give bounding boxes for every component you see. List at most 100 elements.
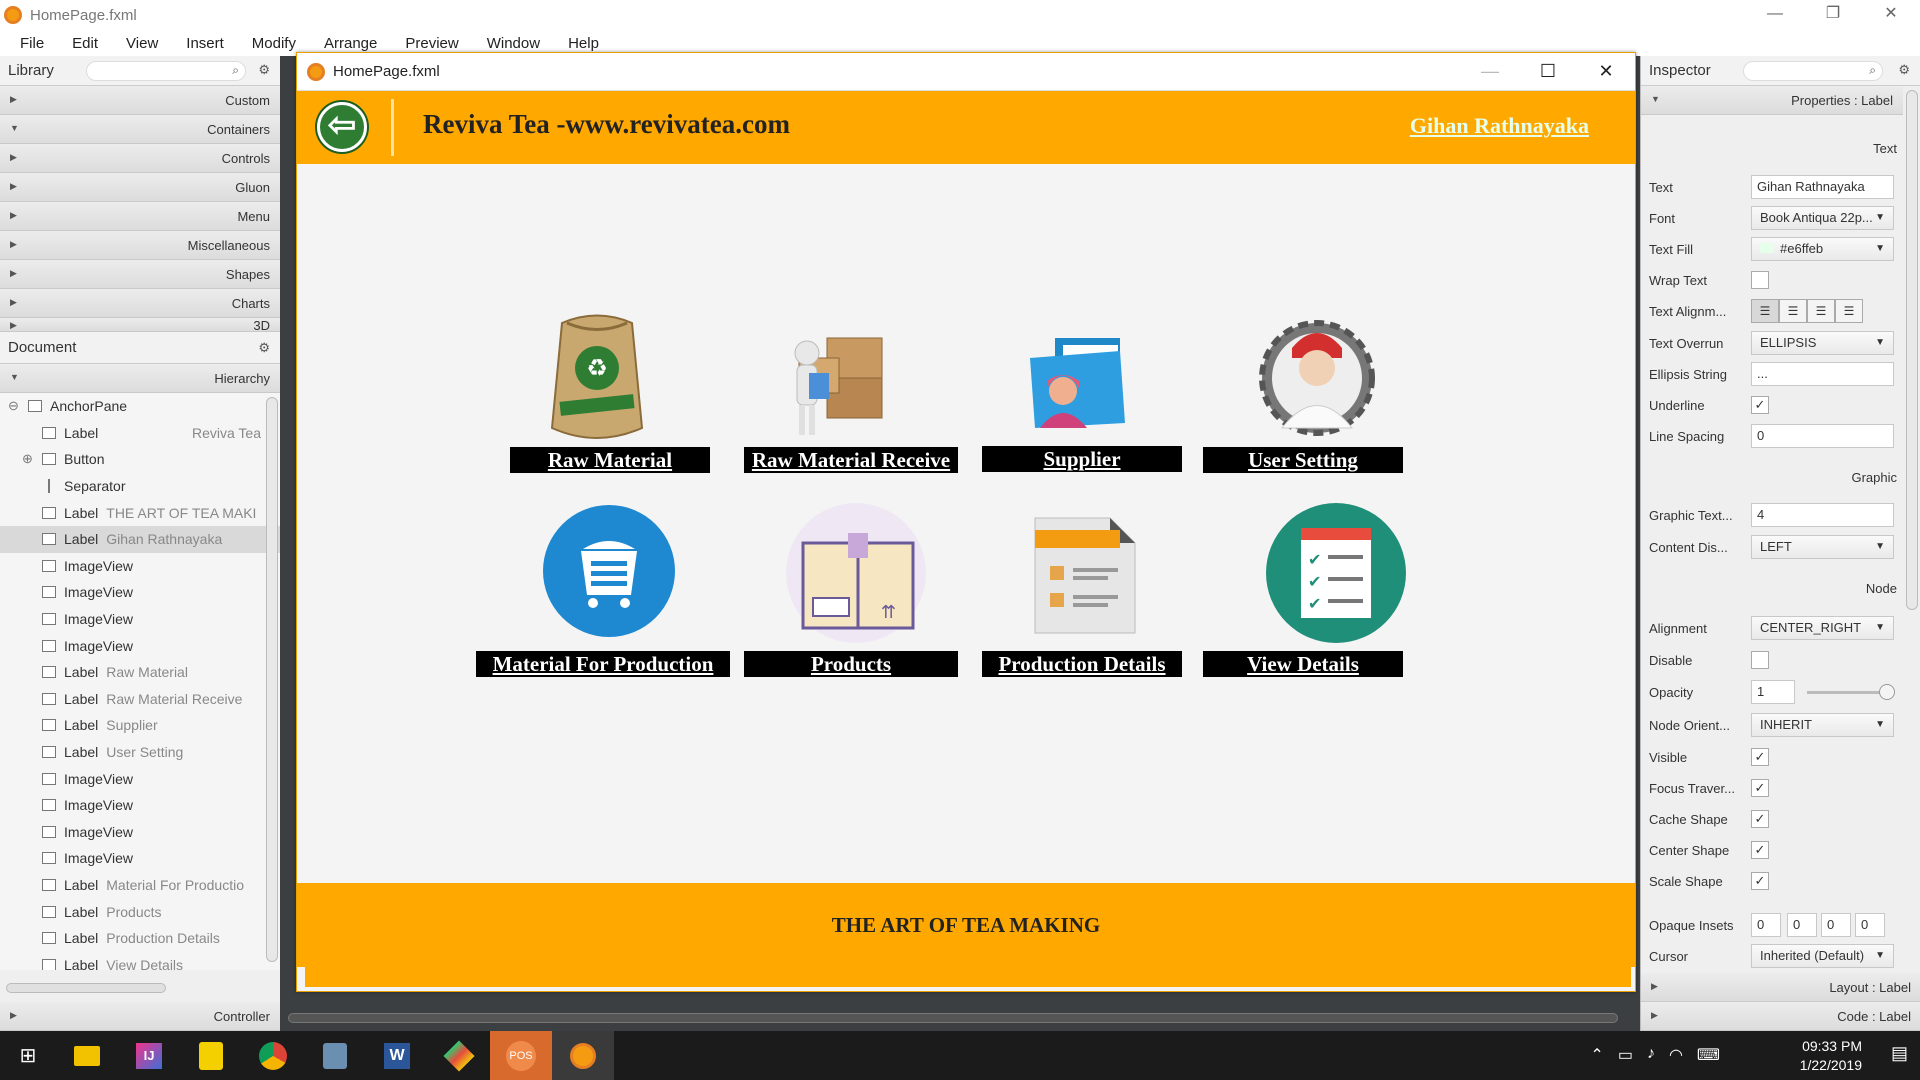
- chevron-up-icon[interactable]: ⌃: [1590, 1045, 1603, 1065]
- maximize-icon[interactable]: ☐: [1519, 53, 1577, 91]
- hierarchy-row[interactable]: ImageView: [0, 792, 280, 819]
- opaque-inset-bottom-field[interactable]: 0: [1821, 913, 1851, 937]
- opacity-field[interactable]: 1: [1751, 680, 1795, 704]
- align-center-icon[interactable]: ☰: [1779, 299, 1807, 323]
- hierarchy-row[interactable]: Label Material For Productio: [0, 872, 280, 899]
- line-spacing-field[interactable]: 0: [1751, 424, 1894, 448]
- menu-arrange[interactable]: Arrange: [324, 35, 377, 52]
- opaque-inset-top-field[interactable]: 0: [1751, 913, 1781, 937]
- hierarchy-row[interactable]: ImageView: [0, 632, 280, 659]
- library-category-menu[interactable]: ▶ Menu: [0, 202, 280, 231]
- volume-icon[interactable]: ♪: [1647, 1045, 1655, 1065]
- view-details-label[interactable]: View Details: [1203, 651, 1403, 677]
- back-button[interactable]: ⇦: [317, 102, 367, 152]
- keyboard-icon[interactable]: ⌨: [1697, 1045, 1720, 1065]
- hierarchy-row[interactable]: Label Raw Material: [0, 659, 280, 686]
- content-display-dropdown[interactable]: LEFT ▼: [1751, 535, 1894, 559]
- hierarchy-scrollbar[interactable]: [266, 397, 278, 962]
- hierarchy-tab[interactable]: ▼ Hierarchy: [0, 364, 280, 393]
- hierarchy-row[interactable]: ImageView: [0, 845, 280, 872]
- boxes-delivery-icon[interactable]: [787, 323, 897, 443]
- menu-modify[interactable]: Modify: [252, 35, 296, 52]
- cache-shape-checkbox[interactable]: ✓: [1751, 810, 1769, 828]
- minimize-icon[interactable]: —: [1746, 0, 1804, 30]
- focus-traversable-checkbox[interactable]: ✓: [1751, 779, 1769, 797]
- hierarchy-row[interactable]: ⊖ AnchorPane: [0, 393, 280, 420]
- chrome-icon[interactable]: [242, 1031, 304, 1080]
- hierarchy-row[interactable]: Label THE ART OF TEA MAKI: [0, 499, 280, 526]
- raw-material-sack-icon[interactable]: ♻: [542, 308, 652, 448]
- alignment-dropdown[interactable]: CENTER_RIGHT ▼: [1751, 616, 1894, 640]
- visible-checkbox[interactable]: ✓: [1751, 748, 1769, 766]
- battery-icon[interactable]: ▭: [1618, 1045, 1633, 1065]
- expand-toggle-icon[interactable]: ⊖: [8, 398, 19, 414]
- product-box-icon[interactable]: ⇈: [781, 498, 931, 648]
- text-overrun-dropdown[interactable]: ELLIPSIS ▼: [1751, 331, 1894, 355]
- inspector-search-input[interactable]: ⌕: [1743, 61, 1883, 81]
- align-justify-icon[interactable]: ☰: [1835, 299, 1863, 323]
- hierarchy-row[interactable]: Label Products: [0, 898, 280, 925]
- menu-window[interactable]: Window: [487, 35, 540, 52]
- properties-header[interactable]: ▼ Properties : Label: [1641, 86, 1903, 115]
- notification-icon[interactable]: ▤: [1891, 1043, 1908, 1064]
- library-category-miscellaneous[interactable]: ▶ Miscellaneous: [0, 231, 280, 260]
- canvas-horizontal-scrollbar[interactable]: [288, 1013, 1618, 1023]
- code-header[interactable]: ▶ Code : Label: [1641, 1002, 1920, 1031]
- tool-icon[interactable]: [304, 1031, 366, 1080]
- supplier-label[interactable]: Supplier: [982, 446, 1182, 472]
- underline-checkbox[interactable]: ✓: [1751, 396, 1769, 414]
- raw-material-receive-label[interactable]: Raw Material Receive: [744, 447, 958, 473]
- align-right-icon[interactable]: ☰: [1807, 299, 1835, 323]
- menu-file[interactable]: File: [20, 35, 44, 52]
- center-shape-checkbox[interactable]: ✓: [1751, 841, 1769, 859]
- gear-icon[interactable]: ⚙: [258, 340, 270, 356]
- scene-builder-icon[interactable]: [552, 1031, 614, 1080]
- menu-insert[interactable]: Insert: [186, 35, 224, 52]
- hierarchy-row[interactable]: ImageView: [0, 553, 280, 580]
- cursor-dropdown[interactable]: Inherited (Default) ▼: [1751, 944, 1894, 968]
- raw-material-label[interactable]: Raw Material: [510, 447, 710, 473]
- library-category-containers[interactable]: ▼ Containers: [0, 115, 280, 144]
- library-category-charts[interactable]: ▶ Charts: [0, 289, 280, 318]
- cart-icon[interactable]: [541, 503, 677, 639]
- graphic-text-gap-field[interactable]: 4: [1751, 503, 1894, 527]
- text-fill-picker[interactable]: #e6ffeb ▼: [1751, 237, 1894, 261]
- user-gear-icon[interactable]: [1257, 318, 1377, 438]
- hierarchy-row[interactable]: Label View Details: [0, 951, 280, 970]
- close-icon[interactable]: ✕: [1577, 53, 1635, 91]
- document-icon[interactable]: [1015, 508, 1155, 638]
- intellij-icon[interactable]: IJ: [118, 1031, 180, 1080]
- hierarchy-row[interactable]: ImageView: [0, 606, 280, 633]
- library-category-controls[interactable]: ▶ Controls: [0, 144, 280, 173]
- horizontal-scrollbar[interactable]: [6, 983, 166, 993]
- hierarchy-row[interactable]: ImageView: [0, 579, 280, 606]
- controller-tab[interactable]: ▶ Controller: [0, 1002, 280, 1031]
- user-name-label[interactable]: Gihan Rathnayaka: [1410, 113, 1589, 139]
- file-explorer-icon[interactable]: [56, 1031, 118, 1080]
- library-category-3d[interactable]: ▶ 3D: [0, 318, 280, 332]
- hierarchy-row[interactable]: Label User Setting: [0, 739, 280, 766]
- pos-app-icon[interactable]: POS: [490, 1031, 552, 1080]
- user-setting-label[interactable]: User Setting: [1203, 447, 1403, 473]
- windows-start-icon[interactable]: ⊞: [0, 1031, 56, 1080]
- hierarchy-row[interactable]: Label Reviva Tea: [0, 420, 280, 447]
- library-search-input[interactable]: ⌕: [86, 61, 246, 81]
- node-orientation-dropdown[interactable]: INHERIT ▼: [1751, 713, 1894, 737]
- git-icon[interactable]: [428, 1031, 490, 1080]
- library-category-custom[interactable]: ▶ Custom: [0, 86, 280, 115]
- hierarchy-row[interactable]: Separator: [0, 473, 280, 500]
- align-left-icon[interactable]: ☰: [1751, 299, 1779, 323]
- checklist-icon[interactable]: ✔ ✔ ✔: [1266, 503, 1406, 643]
- scale-shape-checkbox[interactable]: ✓: [1751, 872, 1769, 890]
- close-icon[interactable]: ✕: [1862, 0, 1920, 30]
- menu-edit[interactable]: Edit: [72, 35, 98, 52]
- library-category-gluon[interactable]: ▶ Gluon: [0, 173, 280, 202]
- opaque-inset-left-field[interactable]: 0: [1855, 913, 1885, 937]
- menu-help[interactable]: Help: [568, 35, 599, 52]
- opacity-slider-thumb[interactable]: [1879, 684, 1895, 700]
- wrap-text-checkbox[interactable]: [1751, 271, 1769, 289]
- media-player-icon[interactable]: [180, 1031, 242, 1080]
- supplier-folder-icon[interactable]: [1025, 333, 1135, 438]
- hierarchy-row[interactable]: Label Production Details: [0, 925, 280, 952]
- library-category-shapes[interactable]: ▶ Shapes: [0, 260, 280, 289]
